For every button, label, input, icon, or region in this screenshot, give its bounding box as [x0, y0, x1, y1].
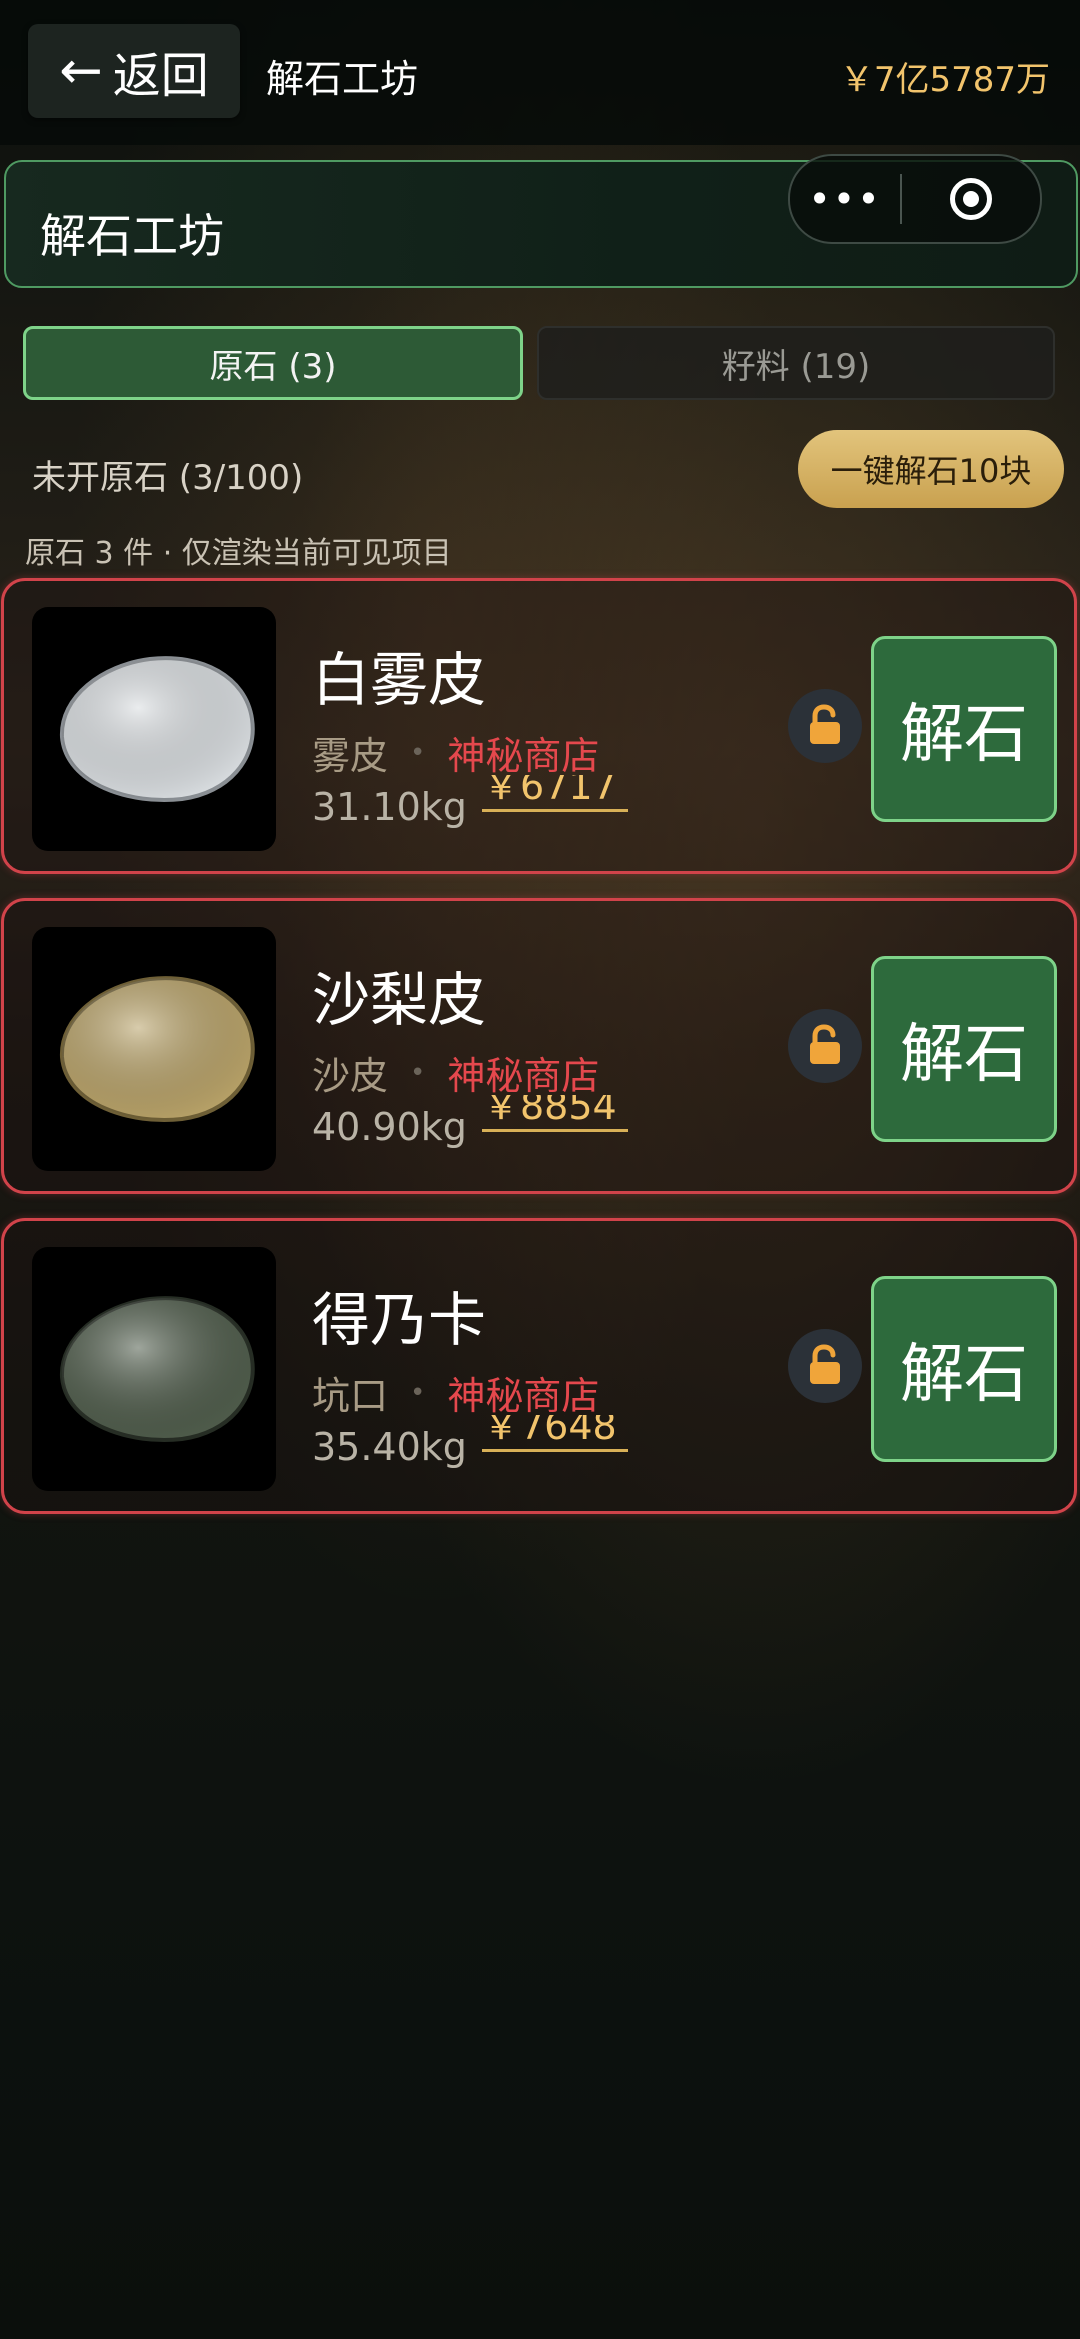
stone-type: 沙皮	[312, 1054, 389, 1098]
stone-price: ￥8854	[482, 1095, 617, 1128]
stone-name: 得乃卡	[312, 1286, 487, 1354]
stone-item-card[interactable]: 得乃卡 坑口 • 神秘商店 35.40kg ￥7648 解石	[1, 1218, 1077, 1514]
stone-price: ￥6717	[482, 775, 617, 808]
mini-program-capsule: •••	[788, 154, 1042, 244]
stone-item-card[interactable]: 沙梨皮 沙皮 • 神秘商店 40.90kg ￥8854 解石	[1, 898, 1077, 1194]
page-title: 解石工坊	[266, 57, 419, 101]
batch-open-button[interactable]: 一键解石10块	[798, 430, 1064, 508]
meta-separator: •	[410, 1057, 426, 1088]
stone-meta: 坑口 • 神秘商店	[312, 1365, 599, 1420]
unlock-icon	[810, 1024, 840, 1064]
price-underline	[482, 1449, 628, 1452]
back-button[interactable]: ← 返回	[28, 24, 240, 118]
open-stone-button[interactable]: 解石	[871, 1276, 1057, 1462]
meta-separator: •	[410, 1377, 426, 1408]
header-card: 解石工坊 •••	[4, 154, 1078, 288]
stone-name: 沙梨皮	[312, 966, 487, 1034]
stone-name: 白雾皮	[312, 646, 487, 714]
stone-type: 雾皮	[312, 734, 389, 778]
price-underline	[482, 809, 628, 812]
stone-thumbnail	[32, 927, 276, 1171]
price-underline	[482, 1129, 628, 1132]
arrow-left-icon: ←	[59, 41, 103, 101]
stone-weight: 35.40kg	[312, 1425, 467, 1469]
stone-weight: 40.90kg	[312, 1105, 467, 1149]
stone-source: 神秘商店	[447, 734, 600, 778]
stone-meta: 雾皮 • 神秘商店	[312, 725, 599, 780]
stone-weight: 31.10kg	[312, 785, 467, 829]
more-dots-icon[interactable]: •••	[790, 177, 900, 221]
stone-thumbnail	[32, 1247, 276, 1491]
open-stone-button[interactable]: 解石	[871, 636, 1057, 822]
balance-amount: ￥7亿5787万	[839, 60, 1050, 100]
price-ticker: ￥7648	[482, 1415, 640, 1455]
target-icon	[950, 178, 992, 220]
stone-thumbnail	[32, 607, 276, 851]
lock-toggle-button[interactable]	[788, 689, 862, 763]
header-title: 解石工坊	[40, 209, 224, 263]
stone-source: 神秘商店	[447, 1374, 600, 1418]
price-ticker: ￥6717	[482, 775, 640, 815]
open-stone-button[interactable]: 解石	[871, 956, 1057, 1142]
stone-price: ￥7648	[482, 1415, 617, 1448]
top-bar: ← 返回 解石工坊 ￥7亿5787万	[0, 0, 1080, 145]
stone-meta: 沙皮 • 神秘商店	[312, 1045, 599, 1100]
unlock-icon	[810, 704, 840, 744]
tab-seed-material[interactable]: 籽料 (19)	[537, 326, 1055, 400]
back-label: 返回	[112, 48, 209, 104]
unlock-icon	[810, 1344, 840, 1384]
meta-separator: •	[410, 737, 426, 768]
stone-item-card[interactable]: 白雾皮 雾皮 • 神秘商店 31.10kg ￥6717 解石	[1, 578, 1077, 874]
render-notice: 原石 3 件 · 仅渲染当前可见项目	[25, 536, 452, 571]
tab-raw-stone[interactable]: 原石 (3)	[23, 326, 523, 400]
stone-type: 坑口	[312, 1374, 389, 1418]
stone-source: 神秘商店	[447, 1054, 600, 1098]
lock-toggle-button[interactable]	[788, 1329, 862, 1403]
unopened-count: 未开原石 (3/100)	[32, 458, 304, 498]
close-capsule-button[interactable]	[902, 178, 1040, 220]
price-ticker: ￥8854	[482, 1095, 640, 1135]
lock-toggle-button[interactable]	[788, 1009, 862, 1083]
